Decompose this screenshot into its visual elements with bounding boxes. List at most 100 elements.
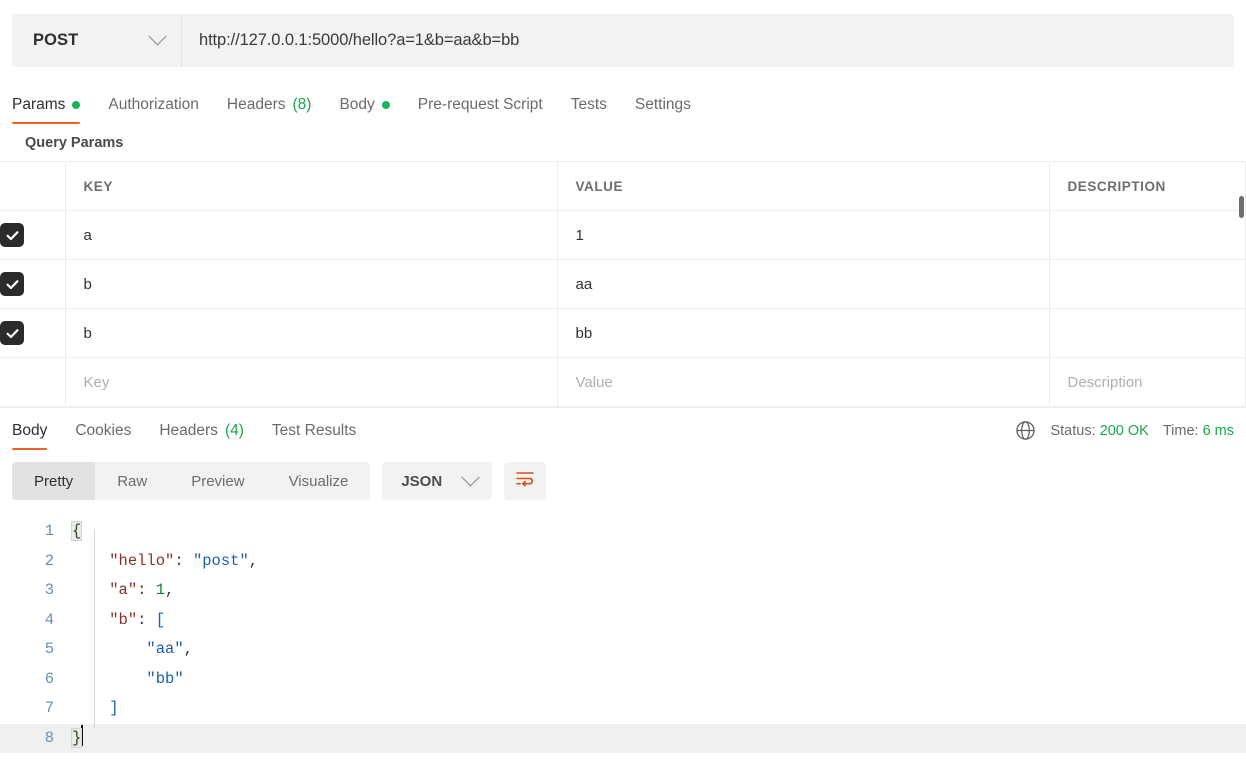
response-format-select[interactable]: JSON — [382, 462, 493, 500]
checkbox-checked-icon[interactable] — [0, 321, 24, 345]
param-description-input[interactable] — [1049, 259, 1246, 309]
line-number: 4 — [44, 610, 54, 629]
code-line-text[interactable]: "bb" — [72, 665, 183, 695]
text-cursor — [81, 724, 84, 746]
response-tab-bar: Body Cookies Headers (4) Test Results St… — [0, 408, 1246, 450]
code-token: : — [137, 581, 156, 599]
code-token: } — [70, 727, 83, 748]
wrap-lines-button[interactable] — [504, 462, 547, 500]
checkbox-checked-icon[interactable] — [0, 272, 24, 296]
line-number: 2 — [44, 551, 54, 570]
chevron-down-icon — [461, 467, 480, 486]
params-scrollbar-thumb[interactable] — [1239, 196, 1244, 218]
response-tab-headers-label: Headers — [159, 422, 218, 439]
new-row-checkbox-cell — [0, 357, 66, 407]
response-tab-cookies-label: Cookies — [75, 422, 132, 439]
tab-settings[interactable]: Settings — [621, 96, 705, 124]
time-value: 6 ms — [1202, 422, 1234, 439]
line-number: 1 — [44, 522, 54, 540]
time-label: Time: — [1162, 422, 1199, 439]
tab-params[interactable]: Params — [12, 96, 94, 124]
tab-headers-label: Headers — [226, 96, 286, 113]
url-input[interactable]: http://127.0.0.1:5000/hello?a=1&b=aa&b=b… — [182, 14, 1234, 67]
response-tab-body[interactable]: Body — [12, 422, 61, 450]
response-meta: Status: 200 OK Time: 6 ms — [1015, 420, 1234, 450]
code-line: 8} — [0, 723, 1246, 754]
tab-pre-request-script-label: Pre-request Script — [417, 96, 543, 113]
tab-authorization-label: Authorization — [108, 96, 199, 113]
code-token: , — [183, 640, 193, 658]
tab-pre-request-script[interactable]: Pre-request Script — [404, 96, 557, 124]
tab-authorization[interactable]: Authorization — [94, 96, 212, 124]
param-value-input[interactable]: bb — [557, 308, 1050, 358]
code-token: "b" — [109, 610, 138, 629]
code-token: 1 — [155, 581, 166, 599]
table-header-row: KEY VALUE DESCRIPTION — [0, 161, 1246, 211]
line-number: 3 — [44, 581, 54, 599]
code-line-text[interactable]: } — [70, 724, 84, 754]
view-mode-raw[interactable]: Raw — [95, 462, 169, 500]
http-method-label: POST — [33, 31, 79, 49]
tab-settings-label: Settings — [634, 96, 691, 113]
code-line-text[interactable]: { — [70, 517, 83, 547]
code-line-text[interactable]: "b": [ — [72, 606, 165, 636]
code-line-text[interactable]: "aa", — [72, 635, 193, 665]
new-param-key-input[interactable]: Key — [65, 357, 558, 407]
new-param-description-input[interactable]: Description — [1049, 357, 1246, 407]
tab-tests[interactable]: Tests — [557, 96, 621, 124]
response-tab-body-label: Body — [12, 422, 48, 439]
globe-icon[interactable] — [1015, 420, 1036, 441]
param-key-input[interactable]: b — [65, 259, 558, 309]
code-token: "aa" — [146, 640, 184, 658]
param-key-input[interactable]: b — [65, 308, 558, 358]
row-checkbox-cell[interactable] — [0, 308, 66, 358]
code-token: "hello" — [109, 551, 175, 570]
status-badge: 200 OK — [1099, 422, 1149, 439]
response-body-toolbar: Pretty Raw Preview Visualize JSON — [0, 450, 1246, 510]
param-value-input[interactable]: 1 — [557, 210, 1050, 260]
line-number: 5 — [44, 640, 54, 658]
column-header-description: DESCRIPTION — [1049, 161, 1246, 211]
response-tab-headers[interactable]: Headers (4) — [145, 422, 258, 450]
param-description-input[interactable] — [1049, 308, 1246, 358]
query-params-title: Query Params — [25, 135, 124, 151]
tab-headers[interactable]: Headers (8) — [213, 96, 326, 124]
param-value-input[interactable]: aa — [557, 259, 1050, 309]
view-mode-preview[interactable]: Preview — [169, 462, 266, 500]
code-line: 7 ] — [0, 694, 1246, 724]
table-row-new: Key Value Description — [0, 357, 1246, 407]
row-checkbox-cell[interactable] — [0, 210, 66, 260]
tab-body[interactable]: Body — [325, 96, 403, 124]
view-mode-pretty[interactable]: Pretty — [12, 462, 96, 500]
row-checkbox-cell[interactable] — [0, 259, 66, 309]
code-token: { — [70, 521, 83, 541]
time-group: Time: 6 ms — [1163, 423, 1234, 439]
table-row: a 1 — [0, 210, 1246, 260]
body-modified-dot-icon — [381, 101, 390, 109]
code-line: 5 "aa", — [0, 635, 1246, 665]
code-line: 4 "b": [ — [0, 606, 1246, 636]
line-number: 6 — [44, 669, 54, 688]
code-line-text[interactable]: "a": 1, — [72, 576, 174, 606]
response-tab-test-results[interactable]: Test Results — [258, 422, 370, 450]
response-body-code[interactable]: 1{2 "hello": "post", 3 "a": 1, 4 "b": [5 "… — [0, 510, 1246, 753]
code-line-text[interactable]: ] — [72, 694, 118, 724]
table-row: b aa — [0, 259, 1246, 309]
code-lines: 1{2 "hello": "post", 3 "a": 1, 4 "b": [5 "… — [0, 517, 1246, 753]
code-token: "post" — [192, 551, 249, 570]
checkbox-checked-icon[interactable] — [0, 223, 24, 247]
new-param-value-input[interactable]: Value — [557, 357, 1050, 407]
query-params-table: KEY VALUE DESCRIPTION a 1 b aa b bb Key … — [0, 161, 1246, 407]
tab-tests-label: Tests — [570, 96, 607, 113]
param-description-input[interactable] — [1049, 210, 1246, 260]
param-key-input[interactable]: a — [65, 210, 558, 260]
response-tab-cookies[interactable]: Cookies — [61, 422, 145, 450]
code-line: 3 "a": 1, — [0, 576, 1246, 606]
http-method-select[interactable]: POST — [12, 14, 182, 67]
code-token: , — [165, 581, 175, 599]
view-mode-visualize[interactable]: Visualize — [267, 462, 371, 500]
code-line-text[interactable]: "hello": "post", — [72, 547, 258, 577]
